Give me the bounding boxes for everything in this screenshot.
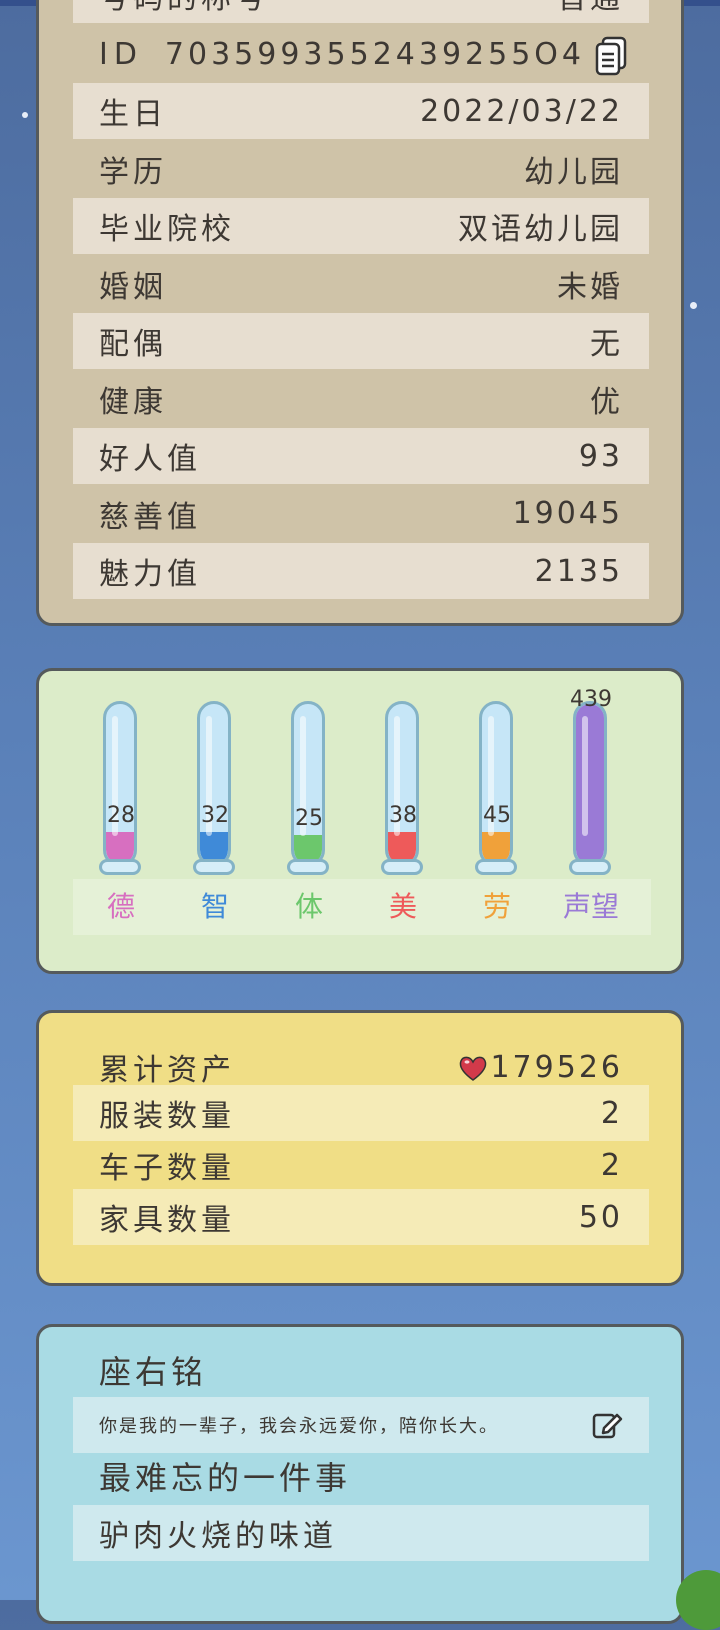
profile-row: 魅力值 2135: [73, 543, 649, 599]
row-value: 93: [578, 438, 623, 474]
copy-icon[interactable]: [595, 36, 627, 76]
row-label: 婚姻: [99, 269, 167, 305]
stats-panel: 28 德 32 智 25 体 38 美 45 劳 439 声望: [36, 668, 684, 974]
stat-value: 25: [295, 806, 323, 831]
row-label: 慈善值: [99, 499, 201, 535]
stat-label: 德: [106, 890, 135, 923]
row-label: 健康: [99, 384, 167, 420]
tube-glass: [573, 701, 607, 867]
row-value: 无: [590, 327, 623, 362]
stat-value: 38: [389, 803, 417, 828]
stat-tube: 439: [569, 687, 613, 881]
stat-label: 体: [294, 890, 323, 923]
row-label: 魅力值: [99, 557, 201, 592]
row-value: 19045: [512, 496, 623, 531]
tube-fill: [576, 704, 604, 864]
stat-tube: 45: [475, 701, 519, 881]
stat-tube: 32: [193, 701, 237, 881]
edit-icon[interactable]: [591, 1409, 623, 1441]
tube-glass: [197, 701, 231, 867]
row-label: 车子数量: [99, 1151, 235, 1186]
asset-row: 服装数量 2: [73, 1085, 649, 1141]
row-label: 家具数量: [99, 1203, 235, 1238]
tube-base: [569, 859, 611, 875]
row-label: 好人值: [99, 442, 201, 477]
tube-base: [475, 859, 517, 875]
id-label: ID: [99, 36, 143, 72]
profile-row-title: 号码的称号 普通: [73, 0, 649, 23]
assets-total-value: 179526: [490, 1049, 623, 1085]
profile-row: 慈善值 19045: [73, 486, 649, 542]
stat-value: 32: [201, 803, 229, 828]
star-decoration: [690, 302, 697, 309]
motto-panel: 座右铭 你是我的一辈子，我会永远爱你，陪你长大。 最难忘的一件事 驴肉火烧的味道: [36, 1324, 684, 1624]
profile-row-id: ID 7035993552439255O4: [73, 26, 649, 82]
tube-glass: [103, 701, 137, 867]
profile-row: 好人值 93: [73, 428, 649, 484]
row-value: 50: [578, 1199, 623, 1235]
row-label: 服装数量: [99, 1099, 235, 1134]
row-label: 配偶: [99, 327, 167, 362]
motto-box: 你是我的一辈子，我会永远爱你，陪你长大。: [73, 1397, 649, 1453]
memorable-box: 驴肉火烧的味道: [73, 1505, 649, 1561]
profile-row: 健康 优: [73, 371, 649, 427]
row-value: 普通: [557, 0, 623, 17]
stat-tube: 25: [287, 701, 331, 881]
heart-icon: [460, 1056, 487, 1081]
memorable-title: 最难忘的一件事: [99, 1459, 352, 1497]
asset-row: 车子数量 2: [73, 1137, 649, 1193]
tube-base: [287, 859, 329, 875]
stat-tube: 28: [99, 701, 143, 881]
star-decoration: [22, 112, 28, 118]
stat-value: 45: [483, 803, 511, 828]
profile-row: 学历 幼儿园: [73, 141, 649, 197]
tube-glass: [385, 701, 419, 867]
profile-panel: 号码的称号 普通 ID 7035993552439255O4 生日 2022/03…: [36, 0, 684, 626]
profile-row: 配偶 无: [73, 313, 649, 369]
asset-row: 家具数量 50: [73, 1189, 649, 1245]
assets-total-value-wrap: 179526: [458, 1050, 623, 1085]
stat-label: 智: [200, 890, 229, 923]
row-value: 双语幼儿园: [458, 212, 623, 247]
stat-label: 美: [388, 890, 417, 923]
motto-title: 座右铭: [99, 1353, 208, 1391]
row-value: 2: [600, 1095, 623, 1131]
stat-label: 声望: [562, 890, 619, 923]
profile-row: 婚姻 未婚: [73, 256, 649, 312]
assets-panel: 累计资产 179526 服装数量 2 车子数量 2 家具数量 50: [36, 1010, 684, 1286]
stat-value: 28: [107, 803, 135, 828]
row-label: 号码的称号: [99, 0, 269, 17]
tube-base: [99, 859, 141, 875]
row-value: 2: [600, 1147, 623, 1183]
row-value: 幼儿园: [524, 154, 623, 190]
stat-tube: 38: [381, 701, 425, 881]
tube-glass: [479, 701, 513, 867]
row-value: 2135: [534, 553, 623, 589]
profile-row: 生日 2022/03/22: [73, 83, 649, 139]
row-value: 2022/03/22: [420, 93, 623, 129]
row-label: 生日: [99, 97, 167, 132]
row-value: 优: [590, 384, 623, 420]
tube-shine: [582, 716, 588, 836]
row-value: 未婚: [557, 269, 623, 305]
id-value: 7035993552439255O4: [164, 36, 585, 72]
tube-glass: [291, 701, 325, 867]
tube-base: [381, 859, 423, 875]
profile-row: 毕业院校 双语幼儿园: [73, 198, 649, 254]
tube-base: [193, 859, 235, 875]
motto-text: 你是我的一辈子，我会永远爱你，陪你长大。: [99, 1416, 499, 1437]
stat-value: 439: [570, 687, 612, 712]
assets-total-label: 累计资产: [99, 1053, 235, 1088]
stat-label: 劳: [482, 890, 511, 923]
row-label: 学历: [99, 154, 167, 190]
memorable-text: 驴肉火烧的味道: [99, 1519, 337, 1554]
row-label: 毕业院校: [99, 212, 235, 247]
